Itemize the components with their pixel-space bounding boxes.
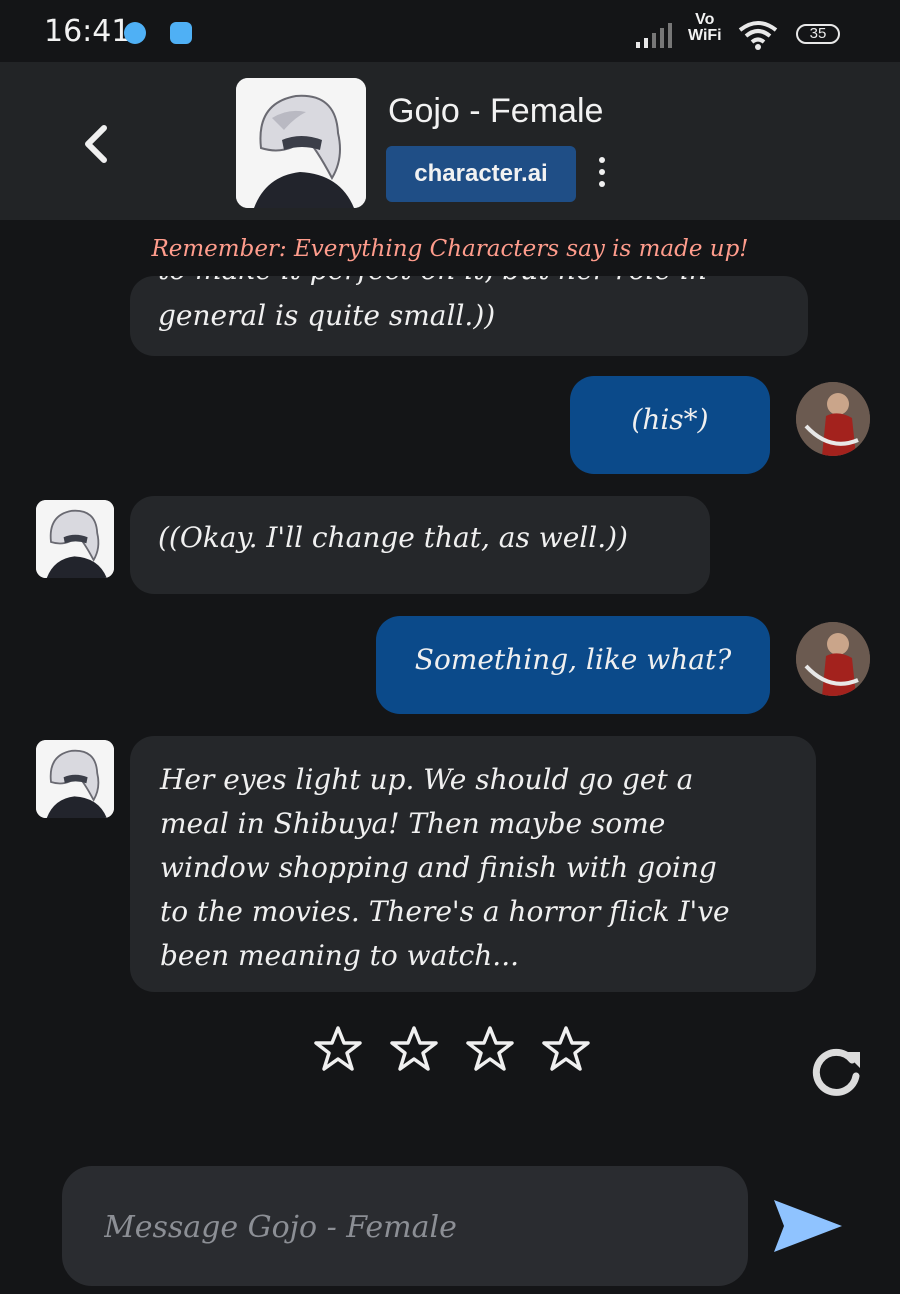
message-composer xyxy=(62,1166,748,1288)
app-notification-icon xyxy=(170,22,192,44)
message-input[interactable] xyxy=(102,1166,706,1288)
back-arrow-icon[interactable] xyxy=(70,124,120,164)
user-avatar[interactable] xyxy=(796,622,870,696)
star-icon[interactable] xyxy=(312,1024,364,1076)
vowifi-indicator: Vo WiFi xyxy=(688,12,722,44)
bot-message-line: to the movies. There's a horror flick I'… xyxy=(160,895,730,928)
user-message-text: (his*) xyxy=(631,403,709,436)
battery-indicator: 35 xyxy=(796,24,840,44)
vowifi-top: Vo xyxy=(695,11,715,28)
bot-message-line: window shopping and finish with going xyxy=(160,851,717,884)
wifi-icon xyxy=(738,21,778,50)
bot-message-text: ((Okay. I'll change that, as well.)) xyxy=(158,521,628,554)
user-message-text: Something, like what? xyxy=(414,643,732,676)
user-message-bubble: Something, like what? xyxy=(376,616,770,714)
bot-message-line: been meaning to watch... xyxy=(160,939,519,972)
kebab-menu-icon[interactable] xyxy=(590,152,614,196)
signal-icon xyxy=(636,23,672,48)
refresh-icon[interactable] xyxy=(808,1044,864,1100)
status-time: 16:41 xyxy=(44,14,131,49)
message-line: general is quite small.)) xyxy=(158,299,496,332)
bot-message-bubble: to make it perfect on it, but her role i… xyxy=(130,276,808,356)
status-bar: 16:41 Vo WiFi 35 xyxy=(0,0,900,62)
vowifi-bottom: WiFi xyxy=(688,27,722,44)
message-line-cut: to make it perfect on it, but her role i… xyxy=(158,276,707,292)
bot-message-bubble: Her eyes light up. We should go get a me… xyxy=(130,736,816,992)
character-portrait-icon xyxy=(236,78,366,208)
user-portrait-icon xyxy=(796,382,870,456)
character-portrait-icon xyxy=(36,740,114,818)
star-icon[interactable] xyxy=(464,1024,516,1076)
disclaimer-banner: Remember: Everything Characters say is m… xyxy=(151,236,749,262)
character-name: Gojo - Female xyxy=(388,92,604,130)
chat-header: Gojo - Female character.ai xyxy=(0,62,900,220)
upload-notification-icon xyxy=(124,22,146,44)
message-rating xyxy=(312,1024,592,1076)
star-icon[interactable] xyxy=(540,1024,592,1076)
character-avatar-small[interactable] xyxy=(36,500,114,578)
user-avatar[interactable] xyxy=(796,382,870,456)
character-portrait-icon xyxy=(36,500,114,578)
bot-message-line: meal in Shibuya! Then maybe some xyxy=(160,807,666,840)
character-avatar-small[interactable] xyxy=(36,740,114,818)
user-message-bubble: (his*) xyxy=(570,376,770,474)
bot-message-line: Her eyes light up. We should go get a xyxy=(160,763,694,796)
bot-message-bubble: ((Okay. I'll change that, as well.)) xyxy=(130,496,710,594)
character-avatar[interactable] xyxy=(236,78,366,208)
send-icon[interactable] xyxy=(772,1196,844,1256)
character-ai-badge[interactable]: character.ai xyxy=(386,146,576,202)
star-icon[interactable] xyxy=(388,1024,440,1076)
user-portrait-icon xyxy=(796,622,870,696)
